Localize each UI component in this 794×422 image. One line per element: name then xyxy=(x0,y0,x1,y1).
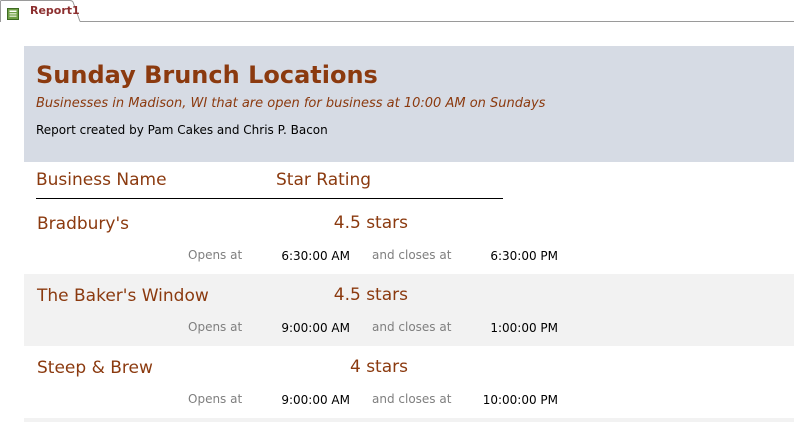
close-time: 1:00:00 PM xyxy=(490,321,558,335)
opens-at-label: Opens at xyxy=(188,320,243,334)
tab-bar-divider xyxy=(80,21,794,22)
document-tab-bar: Report1 xyxy=(0,0,794,22)
report-subtitle: Businesses in Madison, WI that are open … xyxy=(36,96,546,111)
column-heading-business-name: Business Name xyxy=(36,170,167,190)
tab-report1[interactable]: Report1 xyxy=(0,0,86,22)
star-rating: 4 stars xyxy=(349,357,408,377)
open-time: 6:30:00 AM xyxy=(281,249,350,263)
closes-at-label: and closes at xyxy=(372,320,452,334)
report-title: Sunday Brunch Locations xyxy=(36,61,378,89)
column-heading-star-rating: Star Rating xyxy=(276,170,372,190)
report-credit: Report created by Pam Cakes and Chris P.… xyxy=(36,123,328,137)
record-row: Bradbury's 4.5 stars Opens at 6:30:00 AM… xyxy=(24,202,794,274)
closes-at-label: and closes at xyxy=(372,248,452,262)
close-time: 10:00:00 PM xyxy=(482,393,558,407)
business-name: Bradbury's xyxy=(37,214,130,234)
business-name: The Baker's Window xyxy=(37,286,209,306)
record-row: The Baker's Window 4.5 stars Opens at 9:… xyxy=(24,274,794,346)
close-time: 6:30:00 PM xyxy=(490,249,558,263)
business-name: Steep & Brew xyxy=(37,358,153,378)
closes-at-label: and closes at xyxy=(372,392,452,406)
report-header: Sunday Brunch Locations Businesses in Ma… xyxy=(24,46,794,162)
open-time: 9:00:00 AM xyxy=(281,321,350,335)
report-icon xyxy=(7,5,19,20)
star-rating: 4.5 stars xyxy=(333,213,408,233)
tab-label: Report1 xyxy=(30,4,80,17)
open-time: 9:00:00 AM xyxy=(281,393,350,407)
heading-underline xyxy=(36,198,503,199)
opens-at-label: Opens at xyxy=(188,392,243,406)
star-rating: 4.5 stars xyxy=(333,285,408,305)
opens-at-label: Opens at xyxy=(188,248,243,262)
record-row-partial xyxy=(24,418,794,422)
record-row: Steep & Brew 4 stars Opens at 9:00:00 AM… xyxy=(24,346,794,418)
